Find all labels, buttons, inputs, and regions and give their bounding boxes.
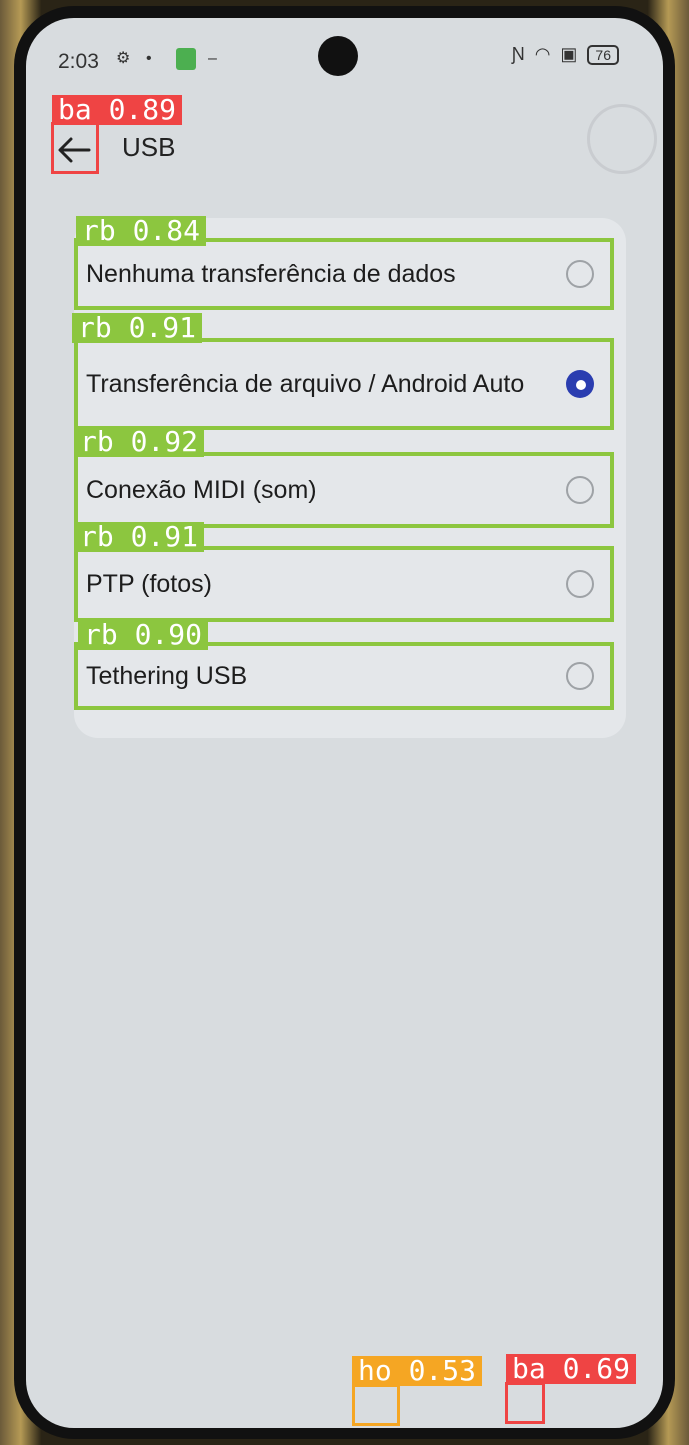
detection-box-back xyxy=(51,122,99,174)
radio-button[interactable] xyxy=(566,662,594,690)
radio-button[interactable] xyxy=(566,260,594,288)
status-bar: 2:03 ⚙ • – Ɲ ◠ ▣ 76 xyxy=(26,18,663,98)
battery-icon: 76 xyxy=(587,44,619,65)
detection-tag-home: ho 0.53 xyxy=(352,1356,483,1386)
detection-tag-nav-back: ba 0.69 xyxy=(506,1354,637,1384)
option-usb-tethering[interactable]: Tethering USB xyxy=(74,642,614,710)
detection-box-home xyxy=(352,1384,400,1426)
option-midi[interactable]: Conexão MIDI (som) xyxy=(74,452,614,528)
front-camera xyxy=(318,36,358,76)
sim-icon: ▣ xyxy=(560,44,578,64)
option-no-data-transfer[interactable]: Nenhuma transferência de dados xyxy=(74,238,614,310)
notification-icon: • xyxy=(146,50,152,67)
usb-options-card: Nenhuma transferência de dados Transferê… xyxy=(74,218,626,738)
floating-circle-button[interactable] xyxy=(587,104,657,174)
nfc-icon: Ɲ xyxy=(511,44,525,64)
detection-box-nav-back xyxy=(505,1382,545,1424)
settings-icon: ⚙ xyxy=(116,50,131,67)
option-label: PTP (fotos) xyxy=(86,569,212,598)
status-time: 2:03 xyxy=(58,50,99,73)
radio-button-selected[interactable] xyxy=(566,370,594,398)
status-notification-icons: ⚙ • – xyxy=(116,48,226,70)
detection-tag-option-2: rb 0.91 xyxy=(72,313,203,343)
radio-button[interactable] xyxy=(566,476,594,504)
option-label: Transferência de arquivo / Android Auto xyxy=(86,369,525,398)
option-label: Conexão MIDI (som) xyxy=(86,475,317,504)
app-bar: USB xyxy=(26,104,663,178)
option-label: Tethering USB xyxy=(86,661,248,690)
page-title: USB xyxy=(122,132,176,162)
radio-button[interactable] xyxy=(566,570,594,598)
option-file-transfer[interactable]: Transferência de arquivo / Android Auto xyxy=(74,338,614,430)
detection-tag-option-1: rb 0.84 xyxy=(76,216,207,246)
wifi-icon: ◠ xyxy=(534,44,551,64)
detection-tag-option-4: rb 0.91 xyxy=(74,522,205,552)
detection-tag-back: ba 0.89 xyxy=(52,95,183,125)
option-label: Nenhuma transferência de dados xyxy=(86,259,456,288)
option-ptp[interactable]: PTP (fotos) xyxy=(74,546,614,622)
status-system-icons: Ɲ ◠ ▣ 76 xyxy=(512,44,619,65)
detection-tag-option-3: rb 0.92 xyxy=(74,427,205,457)
detection-tag-option-5: rb 0.90 xyxy=(78,620,209,650)
more-notifications-icon: – xyxy=(208,50,217,67)
app-notification-icon xyxy=(176,48,196,70)
